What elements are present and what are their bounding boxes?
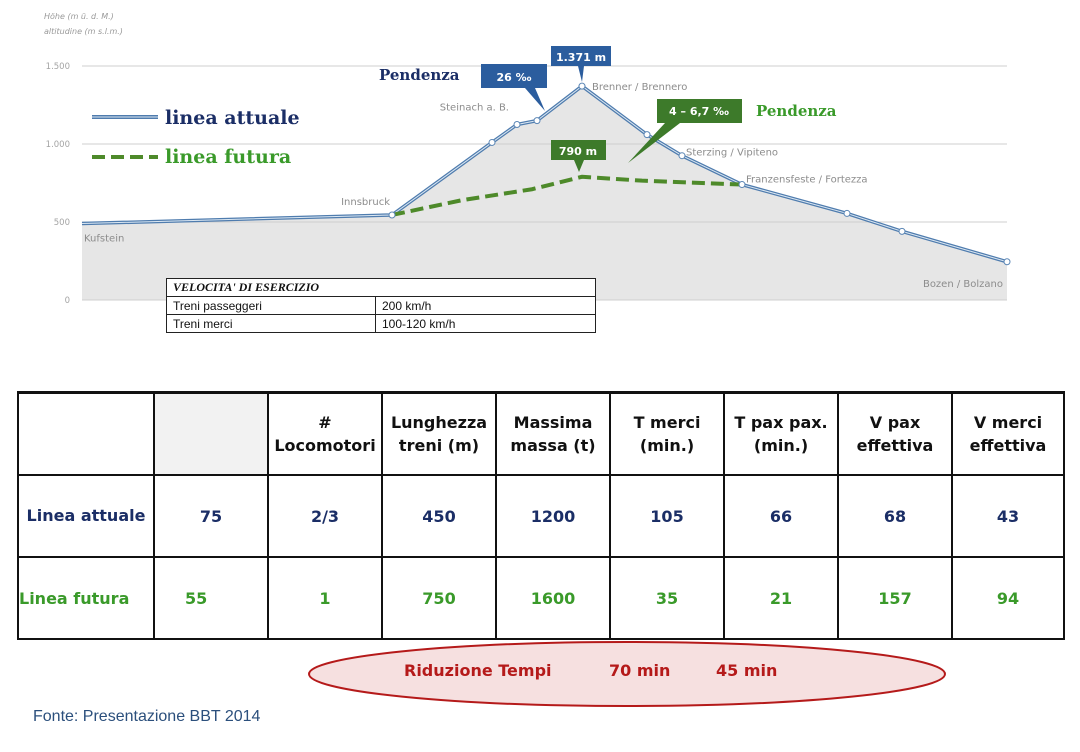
table-row: Linea attuale 75 2/3 450 1200 105 66 68 …: [17, 474, 1065, 558]
header-cell: Lunghezza treni (m): [381, 391, 497, 476]
table-cell: 35: [609, 556, 725, 640]
header-cell: V pax effettiva: [837, 391, 953, 476]
table-cell: 157: [837, 556, 953, 640]
operating-speed-table: VELOCITA' DI ESERCIZIO Treni passeggeri …: [166, 278, 596, 333]
y-tick-label: 1.000: [46, 140, 70, 150]
table-cell: 450: [381, 474, 497, 558]
row-label: Linea attuale: [17, 474, 155, 558]
station-point: [643, 131, 651, 139]
station-point: [843, 209, 851, 217]
station-point: [578, 82, 586, 90]
reduction-merci-value: 70 min: [609, 661, 670, 680]
table-cell: 75: [153, 474, 269, 558]
table-cell: 1200: [495, 474, 611, 558]
header-cell: # Locomotori: [267, 391, 383, 476]
y-axis-title-de: Höhe (m ü. d. M.): [44, 12, 114, 21]
row-label: Linea futura: [17, 556, 155, 640]
speed-row-value: 100-120 km/h: [375, 314, 596, 333]
station-label: Kufstein: [84, 234, 124, 245]
table-cell: 1: [267, 556, 383, 640]
table-cell: 105: [609, 474, 725, 558]
summit-badge: 1.371 m: [551, 46, 611, 82]
table-cell: 55: [153, 556, 269, 640]
y-tick-label: 500: [54, 218, 70, 228]
header-corner: [17, 391, 155, 476]
reduction-label: Riduzione Tempi: [404, 661, 552, 680]
table-cell: 1600: [495, 556, 611, 640]
station-label: Bozen / Bolzano: [923, 279, 1003, 290]
table-cell: 94: [951, 556, 1065, 640]
station-point: [488, 138, 496, 146]
station-label: Sterzing / Vipiteno: [686, 148, 778, 159]
station-point: [898, 227, 906, 235]
reduction-pax-value: 45 min: [716, 661, 777, 680]
station-point: [678, 152, 686, 160]
table-cell: 66: [723, 474, 839, 558]
pendenza-label-current: Pendenza: [379, 66, 460, 84]
y-axis-ticks: 1.500 1.000 500 0: [46, 62, 70, 306]
y-tick-label: 0: [65, 296, 70, 306]
station-point: [1003, 258, 1011, 266]
summit-label: 1.371 m: [556, 51, 606, 64]
speed-row-value: 200 km/h: [375, 296, 596, 315]
pendenza-label-future: Pendenza: [756, 102, 837, 120]
legend-label-current: linea attuale: [165, 107, 300, 129]
table-cell: 2/3: [267, 474, 383, 558]
station-point: [388, 211, 396, 219]
table-header-row: # Locomotori Lunghezza treni (m) Massima…: [17, 391, 1065, 476]
table-row: Linea futura 55 1 750 1600 35 21 157 94: [17, 556, 1065, 640]
y-axis-title-it: altitudine (m s.l.m.): [44, 27, 123, 36]
source-note: Fonte: Presentazione BBT 2014: [33, 708, 261, 725]
summit-badge-pointer: [578, 66, 584, 82]
header-cell: Massima massa (t): [495, 391, 611, 476]
header-cell: T pax pax. (min.): [723, 391, 839, 476]
station-label: Steinach a. B.: [440, 103, 509, 114]
current-gradient-pointer: [525, 88, 545, 111]
speed-table-title: VELOCITA' DI ESERCIZIO: [166, 278, 596, 297]
table-cell: 750: [381, 556, 497, 640]
time-reduction-ellipse: Riduzione Tempi 70 min 45 min: [308, 641, 946, 707]
table-cell: 21: [723, 556, 839, 640]
legend: linea attuale linea futura: [92, 107, 300, 168]
header-cell: [153, 391, 269, 476]
header-cell: V merci effettiva: [951, 391, 1065, 476]
station-label: Franzensfeste / Fortezza: [746, 175, 868, 186]
station-label: Brenner / Brennero: [592, 82, 687, 93]
y-tick-label: 1.500: [46, 62, 70, 72]
comparison-table: # Locomotori Lunghezza treni (m) Massima…: [17, 391, 1065, 640]
table-cell: 68: [837, 474, 953, 558]
legend-label-future: linea futura: [165, 146, 291, 168]
speed-row-label: Treni passeggeri: [166, 296, 376, 315]
station-point: [513, 121, 521, 128]
current-gradient-value: 26 ‰: [497, 71, 532, 84]
table-cell: 43: [951, 474, 1065, 558]
station-point: [533, 117, 541, 125]
station-label: Innsbruck: [341, 197, 390, 208]
future-summit-label: 790 m: [559, 145, 597, 158]
future-gradient-value: 4 – 6,7 ‰: [669, 105, 729, 118]
station-point: [738, 181, 746, 189]
header-cell: T merci (min.): [609, 391, 725, 476]
speed-row-label: Treni merci: [166, 314, 376, 333]
